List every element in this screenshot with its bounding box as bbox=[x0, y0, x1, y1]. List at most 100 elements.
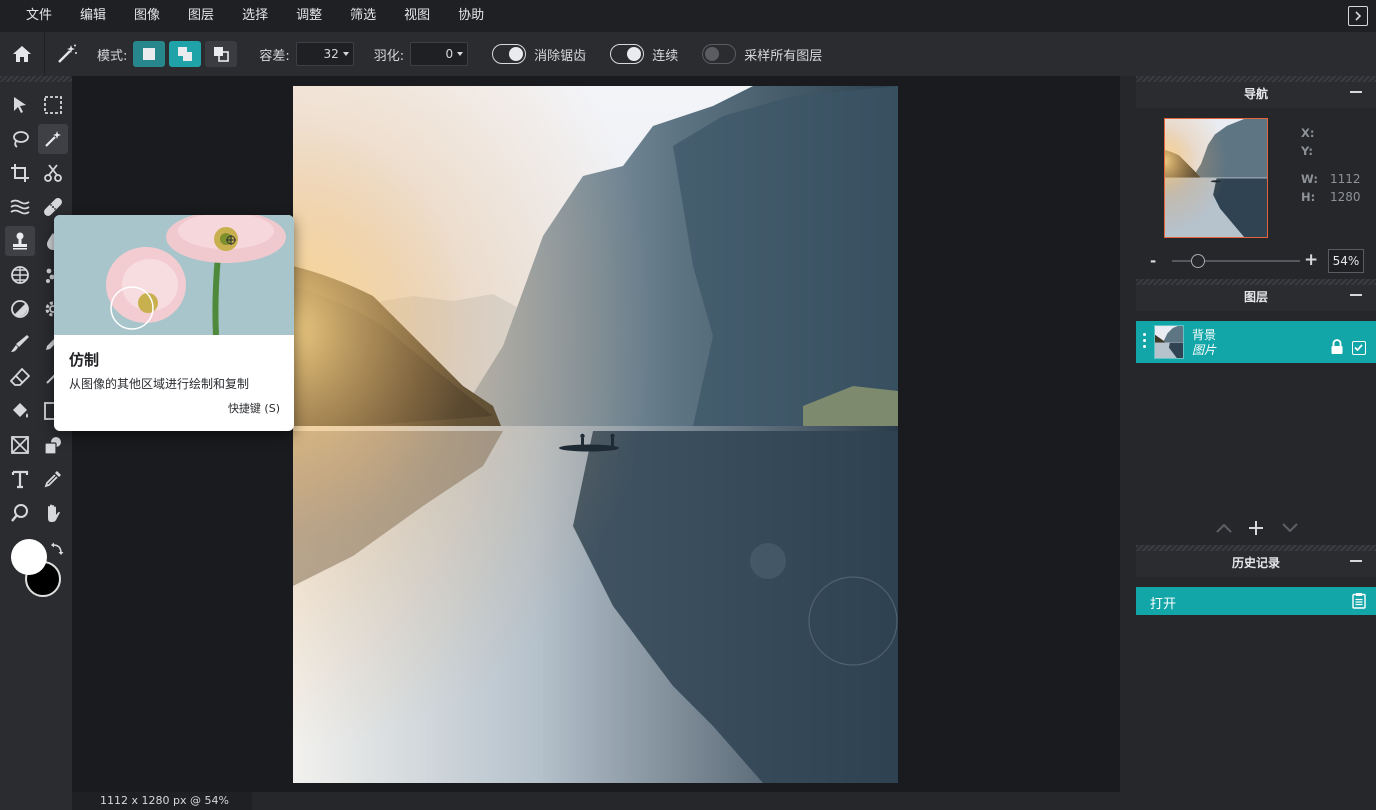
chevron-down-icon bbox=[457, 52, 464, 56]
feather-value: 0 bbox=[445, 47, 454, 61]
collapse-icon[interactable] bbox=[1350, 91, 1362, 93]
mode-subtract-selection-button[interactable] bbox=[205, 41, 238, 67]
antialias-toggle[interactable] bbox=[492, 44, 527, 64]
menu-select[interactable]: 选择 bbox=[228, 0, 282, 32]
history-title: 历史记录 bbox=[1231, 556, 1280, 570]
document-icon bbox=[1352, 593, 1366, 609]
contiguous-toggle[interactable] bbox=[610, 44, 645, 64]
dodge-tool-icon[interactable] bbox=[5, 294, 35, 324]
tool-tooltip: 仿制 从图像的其他区域进行绘制和复制 快捷键 (S) bbox=[54, 215, 294, 431]
chevron-down-icon bbox=[342, 52, 349, 56]
menu-view[interactable]: 视图 bbox=[390, 0, 444, 32]
brush-tool-icon[interactable] bbox=[5, 328, 35, 358]
tolerance-value: 32 bbox=[323, 47, 339, 61]
magic-wand-tool-icon[interactable] bbox=[38, 124, 68, 154]
history-header: 历史记录 bbox=[1136, 545, 1376, 577]
vertical-scrollbar[interactable] bbox=[1120, 76, 1136, 792]
swap-colors-icon[interactable] bbox=[50, 542, 64, 556]
mode-add-selection-button[interactable] bbox=[169, 41, 202, 67]
hand-tool-icon[interactable] bbox=[38, 498, 68, 528]
pattern-tool-icon[interactable] bbox=[5, 260, 35, 290]
panel-grip[interactable] bbox=[0, 76, 72, 82]
tooltip-preview-image bbox=[54, 215, 294, 335]
zoom-tool-icon[interactable] bbox=[5, 498, 35, 528]
sample-all-layers-toggle[interactable] bbox=[702, 44, 737, 64]
navigator-title: 导航 bbox=[1243, 87, 1268, 101]
nav-w-label: W: bbox=[1301, 172, 1318, 186]
panel-toggle-icon[interactable] bbox=[1348, 6, 1368, 26]
menu-file[interactable]: 文件 bbox=[12, 0, 66, 32]
lasso-tool-icon[interactable] bbox=[5, 124, 35, 154]
contiguous-label: 连续 bbox=[652, 48, 679, 64]
lock-icon[interactable] bbox=[1330, 339, 1344, 355]
text-tool-icon[interactable] bbox=[5, 464, 35, 494]
move-tool-icon[interactable] bbox=[5, 90, 35, 120]
menu-filter[interactable]: 筛选 bbox=[336, 0, 390, 32]
mode-new-selection-button[interactable] bbox=[133, 41, 166, 67]
panel-grip[interactable] bbox=[1136, 279, 1376, 285]
liquify-tool-icon[interactable] bbox=[5, 192, 35, 222]
layer-row[interactable]: 背景 图片 bbox=[1136, 321, 1376, 363]
home-button[interactable] bbox=[0, 32, 44, 76]
eyedropper-tool-icon[interactable] bbox=[38, 464, 68, 494]
move-layer-up-icon[interactable] bbox=[1215, 522, 1233, 534]
nav-w-value: 1112 bbox=[1330, 172, 1361, 186]
tolerance-field[interactable]: 32 bbox=[295, 42, 354, 66]
history-item-label: 打开 bbox=[1150, 597, 1177, 612]
navigator-header: 导航 bbox=[1136, 76, 1376, 108]
tooltip-shortcut: 快捷键 (S) bbox=[227, 402, 280, 415]
add-layer-icon[interactable] bbox=[1248, 520, 1264, 536]
layers-title: 图层 bbox=[1243, 290, 1268, 304]
checkmark-icon bbox=[1354, 344, 1363, 352]
history-item[interactable]: 打开 bbox=[1136, 587, 1376, 615]
right-panels: 导航 X: Y: W: 1112 H: 1280 - + 54% 图层 背景 图… bbox=[1136, 76, 1376, 810]
zoom-out-button[interactable]: - bbox=[1150, 252, 1156, 270]
toggle-knob bbox=[627, 46, 642, 61]
tooltip-title: 仿制 bbox=[69, 351, 100, 369]
antialias-label: 消除锯齿 bbox=[534, 48, 587, 64]
feather-label: 羽化: bbox=[373, 48, 405, 64]
nav-h-value: 1280 bbox=[1330, 190, 1361, 204]
menu-edit[interactable]: 编辑 bbox=[66, 0, 120, 32]
tolerance-label: 容差: bbox=[259, 48, 290, 64]
panel-grip[interactable] bbox=[1136, 76, 1376, 82]
collapse-icon[interactable] bbox=[1350, 294, 1362, 296]
menu-help[interactable]: 协助 bbox=[444, 0, 498, 32]
frame-tool-icon[interactable] bbox=[5, 430, 35, 460]
magic-wand-icon bbox=[45, 32, 89, 76]
marquee-tool-icon[interactable] bbox=[38, 90, 68, 120]
nav-x-label: X: bbox=[1301, 126, 1315, 140]
toggle-knob bbox=[705, 46, 720, 61]
feather-field[interactable]: 0 bbox=[410, 42, 469, 66]
layers-header: 图层 bbox=[1136, 279, 1376, 311]
home-icon bbox=[13, 46, 31, 62]
zoom-input[interactable]: 54% bbox=[1328, 249, 1364, 273]
paint-bucket-tool-icon[interactable] bbox=[5, 396, 35, 426]
navigator-thumbnail[interactable] bbox=[1164, 118, 1268, 238]
status-bar: 1112 x 1280 px @ 54% bbox=[72, 792, 1136, 810]
scissors-tool-icon[interactable] bbox=[38, 158, 68, 188]
options-bar: 模式: 容差: 32 羽化: 0 消除锯齿 连续 采样所有图层 bbox=[0, 32, 1376, 76]
eraser-tool-icon[interactable] bbox=[5, 362, 35, 392]
zoom-controls: - + 54% bbox=[1136, 246, 1376, 276]
tooltip-description: 从图像的其他区域进行绘制和复制 bbox=[69, 377, 250, 391]
move-layer-down-icon[interactable] bbox=[1281, 522, 1299, 534]
canvas-image[interactable] bbox=[293, 86, 898, 783]
layer-visibility-checkbox[interactable] bbox=[1352, 341, 1366, 355]
collapse-icon[interactable] bbox=[1350, 560, 1362, 562]
nav-y-label: Y: bbox=[1301, 144, 1313, 158]
clone-stamp-tool-icon[interactable] bbox=[5, 226, 35, 256]
shapes-tool-icon[interactable] bbox=[38, 430, 68, 460]
drag-handle-icon[interactable] bbox=[1143, 333, 1146, 351]
menu-adjust[interactable]: 调整 bbox=[282, 0, 336, 32]
panel-grip[interactable] bbox=[1136, 545, 1376, 551]
menu-layer[interactable]: 图层 bbox=[174, 0, 228, 32]
zoom-in-button[interactable]: + bbox=[1304, 250, 1318, 270]
foreground-color-swatch[interactable] bbox=[11, 539, 47, 575]
zoom-slider-handle[interactable] bbox=[1190, 254, 1205, 268]
menu-items: 文件 编辑 图像 图层 选择 调整 筛选 视图 协助 bbox=[12, 0, 498, 32]
toggle-knob bbox=[509, 46, 524, 61]
menu-image[interactable]: 图像 bbox=[120, 0, 174, 32]
crop-tool-icon[interactable] bbox=[5, 158, 35, 188]
menu-bar: 文件 编辑 图像 图层 选择 调整 筛选 视图 协助 bbox=[0, 0, 1376, 32]
